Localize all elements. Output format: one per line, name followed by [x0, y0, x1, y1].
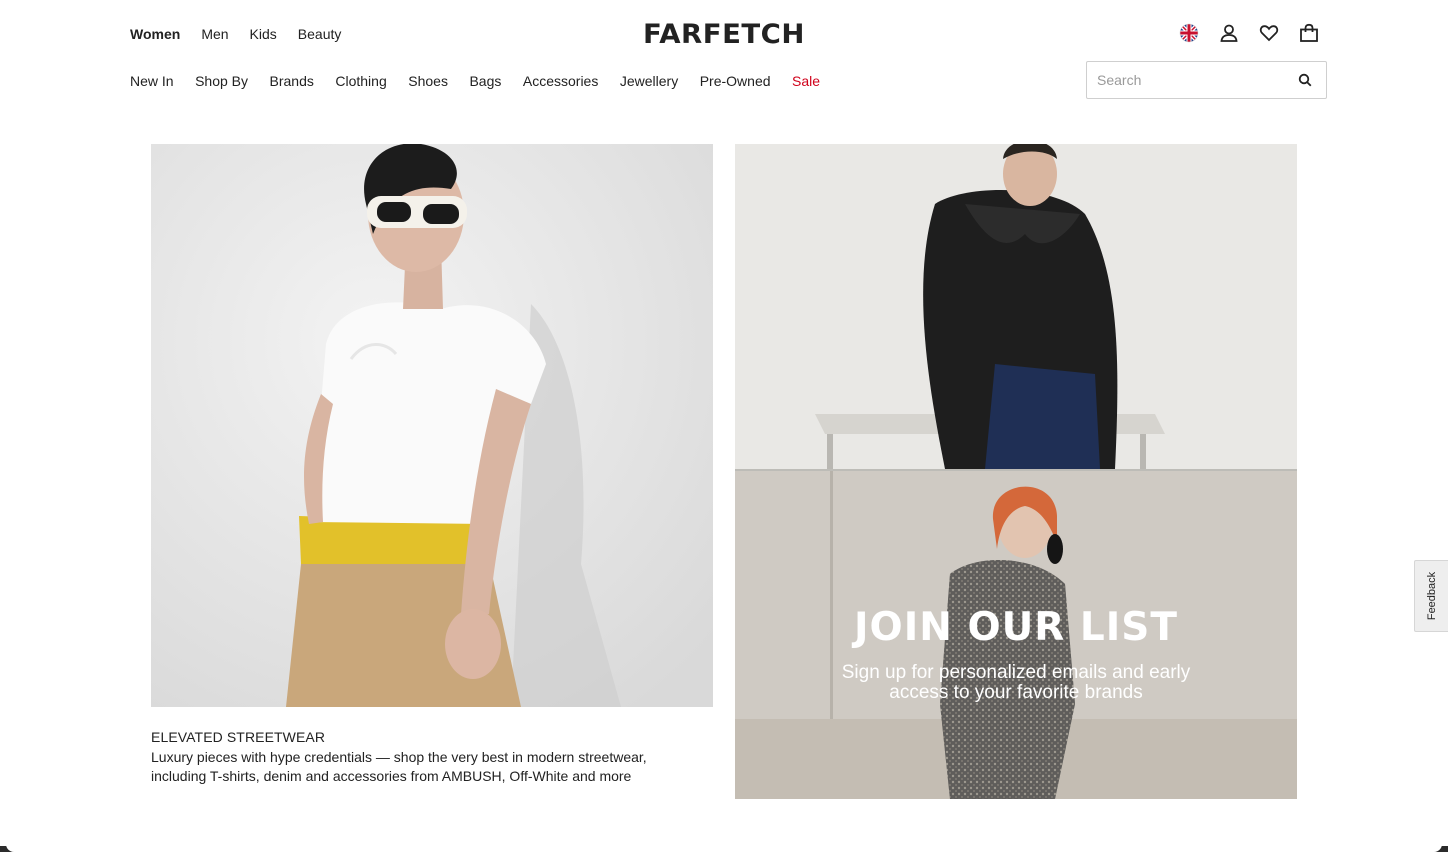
nav-jewellery[interactable]: Jewellery	[620, 71, 678, 91]
join-our-list-banner[interactable]: JOIN OUR LIST Sign up for personalized e…	[735, 144, 1297, 799]
window-bottom-inner	[6, 842, 1442, 852]
join-list-subtitle-line1: Sign up for personalized emails and earl…	[841, 662, 1191, 683]
streetwear-description-line2: including T-shirts, denim and accessorie…	[151, 768, 632, 784]
streetwear-hero-image[interactable]	[151, 144, 713, 707]
header-icons	[1178, 22, 1320, 44]
nav-new-in[interactable]: New In	[130, 71, 174, 91]
search-input[interactable]	[1097, 62, 1287, 98]
shopping-bag-icon[interactable]	[1298, 22, 1320, 44]
streetwear-model-photo	[151, 144, 713, 707]
search-icon[interactable]	[1298, 73, 1312, 87]
nav-shop-by[interactable]: Shop By	[195, 71, 248, 91]
category-nav: New In Shop By Brands Clothing Shoes Bag…	[130, 71, 842, 91]
gender-tab-beauty[interactable]: Beauty	[298, 24, 342, 44]
streetwear-caption: ELEVATED STREETWEAR Luxury pieces with h…	[151, 728, 713, 786]
farfetch-logo[interactable]: FARFETCH	[631, 19, 817, 51]
nav-pre-owned[interactable]: Pre-Owned	[700, 71, 771, 91]
account-icon[interactable]	[1218, 22, 1240, 44]
join-list-subtitle: Sign up for personalized emails and earl…	[825, 663, 1207, 703]
gender-tab-men[interactable]: Men	[201, 24, 228, 44]
streetwear-description: Luxury pieces with hype credentials — sh…	[151, 748, 713, 786]
uk-flag-icon[interactable]	[1178, 22, 1200, 44]
join-list-title: JOIN OUR LIST	[854, 605, 1178, 650]
nav-sale[interactable]: Sale	[792, 71, 820, 91]
nav-brands[interactable]: Brands	[270, 71, 314, 91]
nav-clothing[interactable]: Clothing	[335, 71, 386, 91]
search-box	[1086, 61, 1327, 99]
join-list-subtitle-line2: access to your favorite brands	[889, 682, 1143, 703]
streetwear-description-line1: Luxury pieces with hype credentials — sh…	[151, 749, 647, 765]
nav-shoes[interactable]: Shoes	[408, 71, 448, 91]
gender-nav: Women Men Kids Beauty	[130, 24, 362, 44]
nav-bags[interactable]: Bags	[469, 71, 501, 91]
nav-accessories[interactable]: Accessories	[523, 71, 598, 91]
gender-tab-kids[interactable]: Kids	[250, 24, 277, 44]
gender-tab-women[interactable]: Women	[130, 24, 180, 44]
feedback-tab[interactable]: Feedback	[1414, 560, 1448, 632]
streetwear-title[interactable]: ELEVATED STREETWEAR	[151, 728, 713, 746]
feedback-label: Feedback	[1425, 571, 1438, 621]
wishlist-heart-icon[interactable]	[1258, 22, 1280, 44]
